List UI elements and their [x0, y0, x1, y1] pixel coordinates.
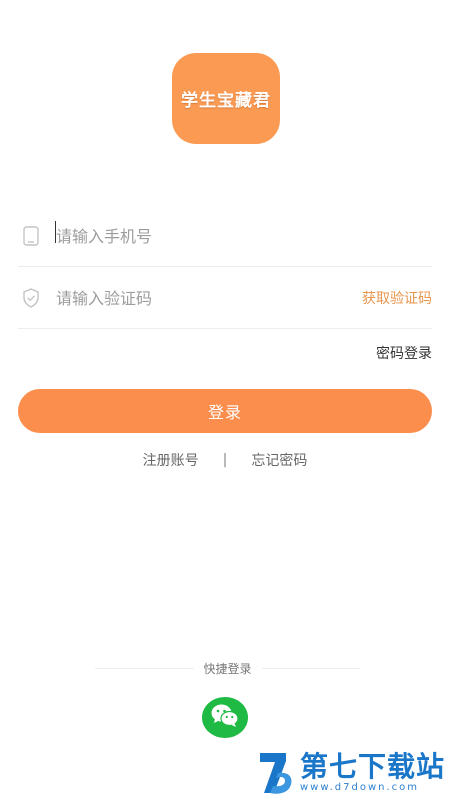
watermark-url: www.d7down.com: [300, 782, 420, 793]
account-links: 注册账号 | 忘记密码: [0, 450, 450, 470]
site-watermark: 第七下载站 www.d7down.com: [256, 748, 446, 798]
divider-line-left: [95, 667, 194, 669]
divider-line-right: [261, 667, 361, 669]
wechat-login-button[interactable]: [202, 697, 248, 738]
quick-login-divider: 快捷登录: [95, 658, 361, 678]
watermark-title: 第七下载站: [300, 750, 446, 783]
link-separator: |: [222, 452, 228, 468]
app-logo: 学生宝藏君: [172, 53, 280, 144]
text-cursor: [55, 221, 56, 243]
app-logo-text: 学生宝藏君: [181, 91, 271, 111]
phone-icon: [20, 225, 42, 247]
get-code-button[interactable]: 获取验证码: [362, 288, 432, 308]
watermark-logo-icon: [256, 749, 296, 797]
login-button[interactable]: 登录: [18, 389, 432, 433]
quick-login-label: 快捷登录: [203, 661, 252, 676]
phone-field-row: [18, 206, 432, 267]
forgot-password-link[interactable]: 忘记密码: [251, 450, 307, 470]
phone-input[interactable]: [56, 226, 432, 246]
register-link[interactable]: 注册账号: [143, 450, 199, 470]
shield-icon: [20, 287, 42, 309]
verification-code-input[interactable]: [56, 288, 362, 308]
password-login-link[interactable]: 密码登录: [376, 343, 432, 363]
wechat-icon: [210, 703, 240, 733]
code-field-row: 获取验证码: [18, 268, 432, 329]
